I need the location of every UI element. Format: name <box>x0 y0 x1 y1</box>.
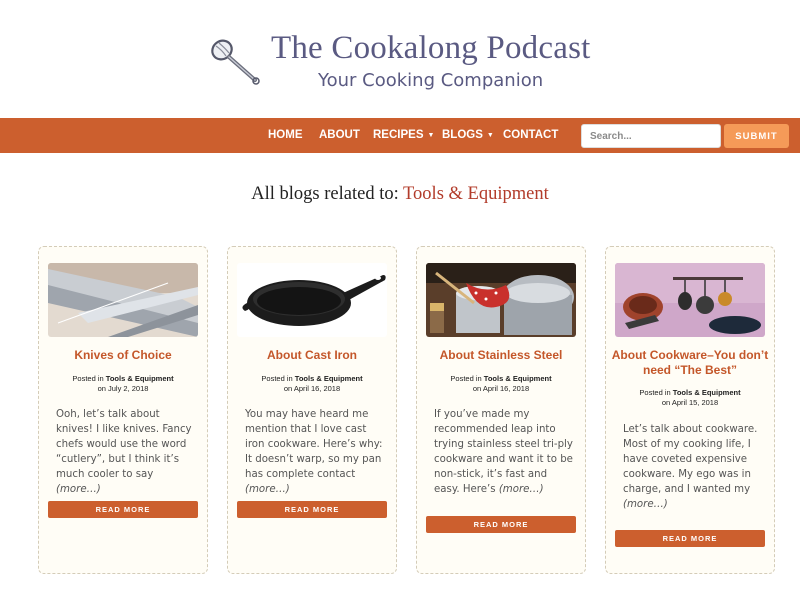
post-excerpt: You may have heard me mention that I lov… <box>245 409 383 495</box>
site-header: The Cookalong Podcast Your Cooking Compa… <box>0 0 800 118</box>
post-excerpt: Ooh, let’s talk about knives! I like kni… <box>56 409 192 495</box>
post-category-link[interactable]: Tools & Equipment <box>295 374 363 383</box>
post-meta: Posted in Tools & Equipment on July 2, 2… <box>72 374 174 393</box>
post-date: on April 16, 2018 <box>283 383 341 393</box>
post-category-link[interactable]: Tools & Equipment <box>106 374 174 383</box>
nav-item-home[interactable]: HOME <box>268 118 303 153</box>
hanging-cookware-image[interactable] <box>615 263 765 337</box>
page-heading: All blogs related to: Tools & Equipment <box>0 184 800 205</box>
blog-card: Knives of Choice Posted in Tools & Equip… <box>38 246 208 574</box>
post-excerpt: Let’s talk about cookware. Most of my co… <box>623 424 758 510</box>
post-date: on April 15, 2018 <box>661 397 719 407</box>
nav-item-blogs[interactable]: BLOGS ▼ <box>442 118 494 153</box>
read-more-button[interactable]: READ MORE <box>426 516 576 533</box>
stainless-pots-image[interactable] <box>426 263 576 337</box>
more-link[interactable]: (more…) <box>56 484 101 495</box>
search-input[interactable] <box>581 124 721 148</box>
submit-button[interactable]: SUBMIT <box>724 124 789 148</box>
chevron-down-icon: ▼ <box>427 132 435 139</box>
post-category-link[interactable]: Tools & Equipment <box>673 388 741 397</box>
post-title[interactable]: About Stainless Steel <box>421 348 581 363</box>
read-more-button[interactable]: READ MORE <box>48 501 198 518</box>
nav-item-contact[interactable]: CONTACT <box>503 118 558 153</box>
post-date: on April 16, 2018 <box>472 383 530 393</box>
post-excerpt: If you’ve made my recommended leap into … <box>434 409 573 495</box>
post-meta: Posted in Tools & Equipment on April 16,… <box>450 374 552 393</box>
post-date: on July 2, 2018 <box>97 383 149 393</box>
blog-card: About Cast Iron Posted in Tools & Equipm… <box>227 246 397 574</box>
heading-prefix: All blogs related to: <box>251 184 399 204</box>
more-link[interactable]: (more…) <box>245 484 290 495</box>
whisk-icon[interactable] <box>208 36 266 90</box>
nav-item-recipes[interactable]: RECIPES ▼ <box>373 118 434 153</box>
blog-card: About Stainless Steel Posted in Tools & … <box>416 246 586 574</box>
post-meta: Posted in Tools & Equipment on April 15,… <box>639 388 741 407</box>
post-category-link[interactable]: Tools & Equipment <box>484 374 552 383</box>
cast-iron-skillet-image[interactable] <box>237 263 387 337</box>
post-meta: Posted in Tools & Equipment on April 16,… <box>261 374 363 393</box>
knives-image[interactable] <box>48 263 198 337</box>
more-link[interactable]: (more…) <box>623 499 668 510</box>
read-more-button[interactable]: READ MORE <box>615 530 765 547</box>
post-title[interactable]: About Cookware–You don’t need “The Best” <box>610 348 770 378</box>
post-title[interactable]: Knives of Choice <box>43 348 203 363</box>
more-link[interactable]: (more…) <box>499 484 544 495</box>
nav-item-about[interactable]: ABOUT <box>319 118 360 153</box>
blog-card: About Cookware–You don’t need “The Best”… <box>605 246 775 574</box>
chevron-down-icon: ▼ <box>486 132 494 139</box>
site-tagline: Your Cooking Companion <box>318 70 544 91</box>
heading-category: Tools & Equipment <box>403 184 549 204</box>
read-more-button[interactable]: READ MORE <box>237 501 387 518</box>
post-title[interactable]: About Cast Iron <box>232 348 392 363</box>
site-title[interactable]: The Cookalong Podcast <box>271 30 591 67</box>
